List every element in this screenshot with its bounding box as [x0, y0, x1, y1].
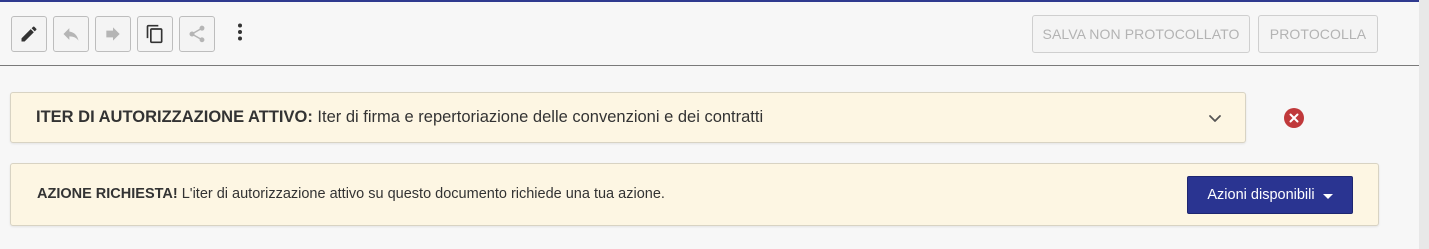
- reply-icon: [61, 24, 81, 44]
- save-unregistered-button[interactable]: SALVA NON PROTOCOLLATO: [1032, 15, 1250, 53]
- toolbar: SALVA NON PROTOCOLLATO PROTOCOLLA: [0, 2, 1429, 66]
- action-required-text: L'iter di autorizzazione attivo su quest…: [177, 186, 665, 202]
- reply-button[interactable]: [53, 16, 89, 52]
- share-icon: [187, 24, 207, 44]
- more-options-button[interactable]: [228, 18, 252, 50]
- protocol-button[interactable]: PROTOCOLLA: [1258, 15, 1378, 53]
- edit-button[interactable]: [11, 16, 47, 52]
- iter-title: ITER DI AUTORIZZAZIONE ATTIVO: Iter di f…: [36, 108, 763, 127]
- share-button[interactable]: [179, 16, 215, 52]
- available-actions-button[interactable]: Azioni disponibili: [1187, 176, 1353, 214]
- page-scrollbar[interactable]: [1419, 0, 1429, 249]
- iter-title-text: Iter di firma e repertoriazione delle co…: [312, 108, 764, 126]
- authorization-iter-panel[interactable]: ITER DI AUTORIZZAZIONE ATTIVO: Iter di f…: [10, 92, 1246, 143]
- available-actions-label: Azioni disponibili: [1207, 187, 1315, 203]
- chevron-down-icon[interactable]: [1207, 110, 1223, 126]
- copy-button[interactable]: [137, 16, 173, 52]
- action-required-panel: AZIONE RICHIESTA! L'iter di autorizzazio…: [10, 163, 1379, 226]
- forward-button[interactable]: [95, 16, 131, 52]
- action-required-strong: AZIONE RICHIESTA!: [37, 186, 178, 202]
- pencil-icon: [19, 24, 39, 44]
- action-required-message: AZIONE RICHIESTA! L'iter di autorizzazio…: [37, 186, 665, 202]
- caret-down-icon: [1322, 193, 1333, 199]
- close-circle-icon[interactable]: [1284, 108, 1304, 128]
- more-vertical-icon: [237, 22, 243, 47]
- arrow-right-icon: [103, 24, 123, 44]
- copy-icon: [145, 24, 165, 44]
- iter-title-strong: ITER DI AUTORIZZAZIONE ATTIVO:: [36, 108, 313, 126]
